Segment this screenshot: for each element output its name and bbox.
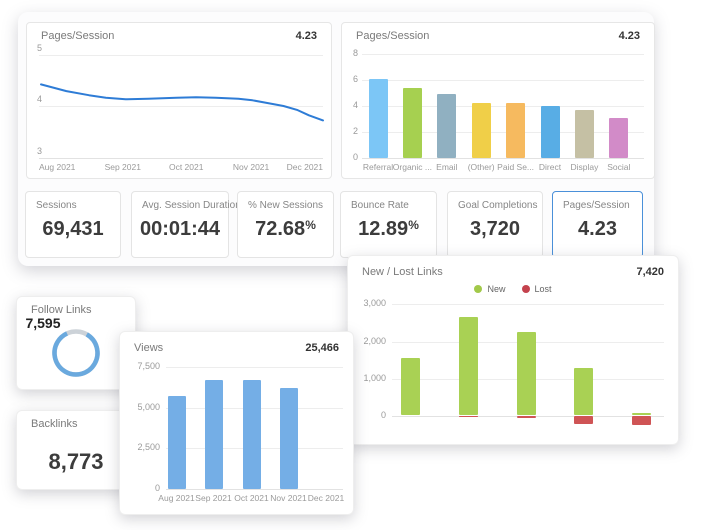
gridline bbox=[392, 304, 664, 305]
analytics-dashboard: Pages/Session 4.23 543Aug 2021Sep 2021Oc… bbox=[0, 0, 705, 530]
channel-bar[interactable] bbox=[541, 106, 560, 158]
y-tick-label: 3,000 bbox=[352, 298, 386, 308]
backlinks-card: Backlinks 8,773 bbox=[16, 410, 136, 490]
channel-bar[interactable] bbox=[403, 88, 422, 158]
gridline bbox=[362, 80, 644, 81]
kpi-pages-session-selected[interactable]: Pages/Session 4.23 bbox=[552, 191, 643, 258]
y-tick-label: 5,000 bbox=[124, 402, 160, 412]
kpi-value: 72.68% bbox=[238, 218, 333, 241]
channel-bar[interactable] bbox=[609, 118, 628, 158]
kpi-label: Sessions bbox=[26, 192, 120, 211]
channel-bar[interactable] bbox=[369, 79, 388, 158]
y-tick-label: 2 bbox=[348, 126, 358, 136]
kpi-number: 4.23 bbox=[578, 218, 617, 240]
kpi-label: Bounce Rate bbox=[341, 192, 436, 211]
gridline bbox=[166, 489, 343, 490]
gridline bbox=[362, 54, 644, 55]
stacked-bar-chart: 3,000 2,000 1,000 0 bbox=[348, 256, 678, 444]
kpi-suffix: % bbox=[408, 218, 419, 232]
gridline bbox=[166, 367, 343, 368]
y-tick-label: 8 bbox=[348, 48, 358, 58]
kpi-label: Pages/Session bbox=[553, 192, 642, 211]
y-tick-label: 2,500 bbox=[124, 442, 160, 452]
kpi-number: 3,720 bbox=[470, 218, 520, 240]
channel-bar[interactable] bbox=[575, 110, 594, 158]
kpi-avg-session-duration[interactable]: Avg. Session Duration 00:01:44 bbox=[131, 191, 229, 258]
kpi-sessions[interactable]: Sessions 69,431 bbox=[25, 191, 121, 258]
new-links-bar[interactable] bbox=[401, 358, 420, 416]
channel-bar[interactable] bbox=[472, 103, 491, 158]
bar-chart: 86420ReferralOrganic ...Email(Other)Paid… bbox=[342, 23, 654, 178]
y-tick-label: 1,000 bbox=[352, 373, 386, 383]
lost-links-bar[interactable] bbox=[459, 416, 478, 417]
lost-links-bar[interactable] bbox=[632, 416, 651, 426]
x-tick-label: Dec 2021 bbox=[303, 493, 349, 503]
kpi-value: 4.23 bbox=[553, 218, 642, 241]
kpi-number: 12.89 bbox=[358, 218, 408, 240]
trend-line bbox=[27, 23, 331, 178]
views-bar[interactable] bbox=[243, 380, 261, 489]
lost-links-bar[interactable] bbox=[517, 416, 536, 419]
card-title: Backlinks bbox=[31, 418, 77, 430]
card-header: Backlinks bbox=[17, 411, 135, 430]
y-tick-label: 2,000 bbox=[352, 336, 386, 346]
new-lost-links-card: New / Lost Links 7,420 NewLost 3,0002,00… bbox=[347, 255, 679, 445]
kpi-label: Goal Completions bbox=[448, 192, 542, 211]
kpi-bounce-rate[interactable]: Bounce Rate 12.89% bbox=[340, 191, 437, 258]
channel-bar[interactable] bbox=[506, 103, 525, 158]
kpi-label: Avg. Session Duration bbox=[132, 192, 228, 211]
kpi-value: 3,720 bbox=[448, 218, 542, 241]
kpi-value: 00:01:44 bbox=[132, 218, 228, 241]
follow-links-card: Follow Links 7,595 bbox=[16, 296, 136, 390]
pages-session-trend-card: Pages/Session 4.23 543Aug 2021Sep 2021Oc… bbox=[26, 22, 332, 179]
views-bar[interactable] bbox=[280, 388, 298, 489]
y-tick-label: 4 bbox=[348, 100, 358, 110]
bar-chart: 7,5005,0002,5000Aug 2021Sep 2021Oct 2021… bbox=[120, 332, 353, 514]
line-chart: 543Aug 2021Sep 2021Oct 2021Nov 2021Dec 2… bbox=[27, 23, 331, 178]
y-tick-label: 6 bbox=[348, 74, 358, 84]
channel-bar[interactable] bbox=[437, 94, 456, 158]
backlinks-value: 8,773 bbox=[17, 449, 135, 475]
kpi-value: 12.89% bbox=[341, 218, 436, 241]
y-tick-label: 0 bbox=[124, 483, 160, 493]
lost-links-bar[interactable] bbox=[574, 416, 593, 424]
kpi-suffix: % bbox=[305, 218, 316, 232]
y-tick-label: 7,500 bbox=[124, 361, 160, 371]
views-bar[interactable] bbox=[205, 380, 223, 489]
views-card: Views 25,466 7,5005,0002,5000Aug 2021Sep… bbox=[119, 331, 354, 515]
kpi-number: 00:01:44 bbox=[140, 218, 220, 240]
kpi-number: 69,431 bbox=[42, 218, 103, 240]
new-links-bar[interactable] bbox=[517, 332, 536, 416]
new-links-bar[interactable] bbox=[459, 317, 478, 416]
y-tick-label: 0 bbox=[348, 152, 358, 162]
y-tick-label: 0 bbox=[352, 410, 386, 420]
kpi-goal-completions[interactable]: Goal Completions 3,720 bbox=[447, 191, 543, 258]
gridline bbox=[362, 158, 644, 159]
donut-value: 7,595 bbox=[17, 297, 69, 349]
kpi-label: % New Sessions bbox=[238, 192, 333, 211]
kpi-new-sessions[interactable]: % New Sessions 72.68% bbox=[237, 191, 334, 258]
kpi-value: 69,431 bbox=[26, 218, 120, 241]
new-links-bar[interactable] bbox=[574, 368, 593, 415]
kpi-number: 72.68 bbox=[255, 218, 305, 240]
x-tick-label: Social bbox=[597, 162, 641, 172]
pages-session-channel-card: Pages/Session 4.23 86420ReferralOrganic … bbox=[341, 22, 655, 179]
views-bar[interactable] bbox=[168, 396, 186, 489]
